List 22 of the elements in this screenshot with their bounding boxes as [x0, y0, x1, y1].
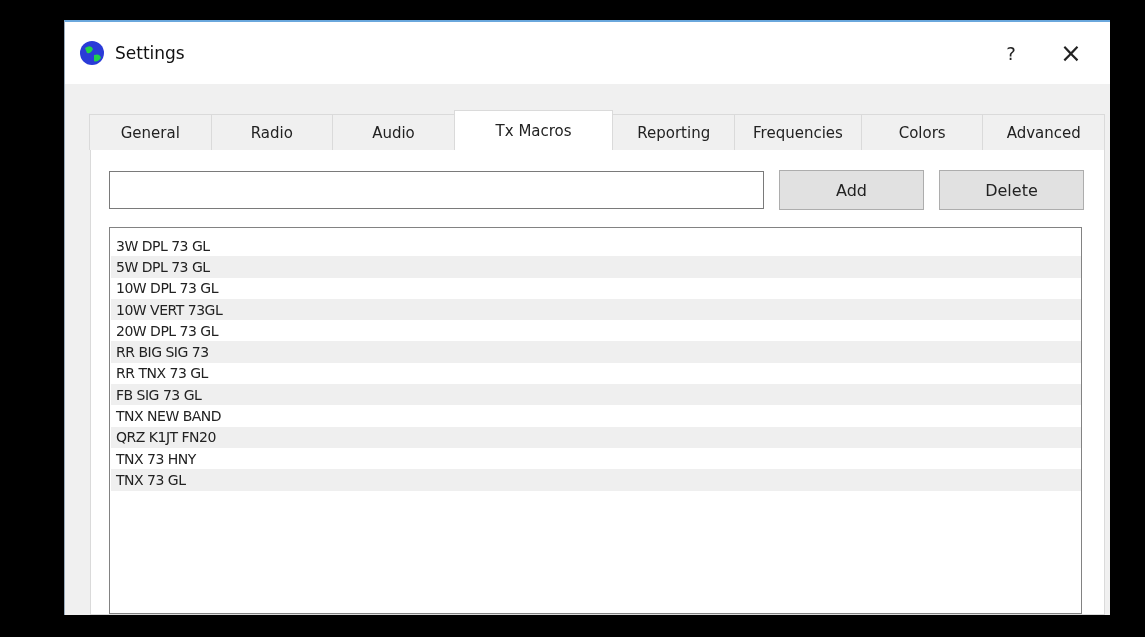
macro-item[interactable]: TNX 73 HNY	[116, 450, 196, 467]
window-title: Settings	[115, 43, 186, 63]
macro-item[interactable]: 3W DPL 73 GL	[116, 237, 210, 254]
macro-input-field[interactable]	[109, 171, 764, 209]
macro-item[interactable]: 10W VERT 73GL	[116, 301, 223, 318]
tab[interactable]: General	[89, 114, 212, 150]
delete-button[interactable]: Delete	[939, 170, 1084, 210]
tab[interactable]: Advanced	[982, 114, 1105, 150]
globe-icon	[79, 40, 105, 66]
macro-item[interactable]: FB SIG 73 GL	[116, 386, 202, 403]
macro-item[interactable]: TNX 73 GL	[116, 471, 186, 488]
help-button[interactable]: ?	[986, 42, 1036, 64]
add-button[interactable]: Add	[779, 170, 924, 210]
macro-item[interactable]: 10W DPL 73 GL	[116, 280, 218, 297]
macro-item[interactable]: RR TNX 73 GL	[116, 365, 208, 382]
macro-item[interactable]: RR BIG SIG 73	[116, 344, 209, 361]
macro-item[interactable]: 20W DPL 73 GL	[116, 322, 218, 339]
macro-item[interactable]: QRZ K1JT FN20	[116, 429, 216, 446]
macro-item[interactable]: TNX NEW BAND	[116, 408, 222, 424]
tab[interactable]: Tx Macros	[453, 110, 614, 150]
close-button[interactable]: ×	[1046, 38, 1096, 68]
macro-item[interactable]: 5W DPL 73 GL	[116, 258, 210, 275]
